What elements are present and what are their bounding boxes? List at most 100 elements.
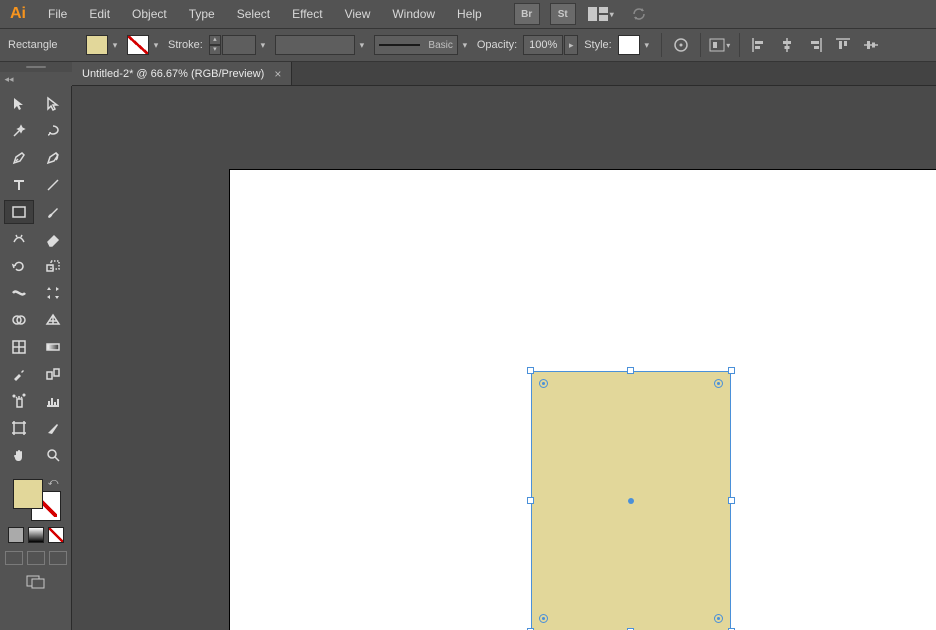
stock-button[interactable]: St xyxy=(550,3,576,25)
menu-view[interactable]: View xyxy=(335,3,381,25)
chevron-down-icon[interactable]: ▾ xyxy=(150,35,162,55)
artboard-tool[interactable] xyxy=(4,416,34,440)
mesh-tool[interactable] xyxy=(4,335,34,359)
column-graph-tool[interactable] xyxy=(38,389,68,413)
color-mode-solid[interactable] xyxy=(8,527,24,543)
slice-tool[interactable] xyxy=(38,416,68,440)
chevron-down-icon[interactable]: ▾ xyxy=(641,35,653,55)
align-panel-button[interactable]: ▾ xyxy=(709,34,731,56)
direct-selection-tool[interactable] xyxy=(38,92,68,116)
canvas-area[interactable] xyxy=(72,86,936,630)
width-tool[interactable] xyxy=(4,281,34,305)
color-mode-none[interactable] xyxy=(48,527,64,543)
align-left-button[interactable] xyxy=(748,34,770,56)
stroke-weight-spinner[interactable]: ▴▾ xyxy=(209,35,221,55)
style-swatch[interactable] xyxy=(618,35,640,55)
align-top-button[interactable] xyxy=(832,34,854,56)
fill-color-indicator[interactable] xyxy=(13,479,43,509)
corner-radius-handle[interactable] xyxy=(539,614,548,623)
sync-settings-button[interactable] xyxy=(626,3,652,25)
zoom-tool[interactable] xyxy=(38,443,68,467)
paintbrush-tool[interactable] xyxy=(38,200,68,224)
align-right-button[interactable] xyxy=(804,34,826,56)
free-transform-tool[interactable] xyxy=(38,281,68,305)
chevron-down-icon[interactable]: ▾ xyxy=(109,35,121,55)
eyedropper-tool[interactable] xyxy=(4,362,34,386)
resize-handle-mr[interactable] xyxy=(728,497,735,504)
menu-type[interactable]: Type xyxy=(179,3,225,25)
pen-tool[interactable] xyxy=(4,146,34,170)
document-tab-strip: Untitled-2* @ 66.67% (RGB/Preview) × xyxy=(72,62,936,86)
brush-definition[interactable]: Basic ▾ xyxy=(374,35,471,55)
resize-handle-tl[interactable] xyxy=(527,367,534,374)
blend-tool[interactable] xyxy=(38,362,68,386)
menu-effect[interactable]: Effect xyxy=(282,3,332,25)
magic-wand-tool[interactable] xyxy=(4,119,34,143)
draw-behind-button[interactable] xyxy=(27,551,45,565)
panel-drag-handle[interactable] xyxy=(0,62,72,72)
gradient-tool[interactable] xyxy=(38,335,68,359)
resize-handle-tm[interactable] xyxy=(627,367,634,374)
tools-panel: ⤺ xyxy=(0,86,72,630)
align-hcenter-button[interactable] xyxy=(776,34,798,56)
menu-file[interactable]: File xyxy=(38,3,77,25)
resize-handle-tr[interactable] xyxy=(728,367,735,374)
shape-builder-tool[interactable] xyxy=(4,308,34,332)
opacity-input[interactable]: 100% xyxy=(523,35,563,55)
width-profile-field[interactable] xyxy=(275,35,355,55)
chevron-down-icon[interactable]: ▾ xyxy=(257,35,269,55)
fill-swatch-group[interactable]: ▾ xyxy=(86,35,121,55)
stroke-weight-input[interactable] xyxy=(222,35,256,55)
menu-help[interactable]: Help xyxy=(447,3,492,25)
selection-tool[interactable] xyxy=(4,92,34,116)
perspective-grid-tool[interactable] xyxy=(38,308,68,332)
shaper-tool[interactable] xyxy=(4,227,34,251)
eraser-tool[interactable] xyxy=(38,227,68,251)
menu-object[interactable]: Object xyxy=(122,3,177,25)
line-segment-tool[interactable] xyxy=(38,173,68,197)
type-tool[interactable] xyxy=(4,173,34,197)
align-vcenter-button[interactable] xyxy=(860,34,882,56)
collapse-panel-button[interactable]: ◂◂ xyxy=(0,72,18,86)
opacity-expand-icon[interactable]: ▸ xyxy=(564,35,578,55)
recolor-artwork-button[interactable] xyxy=(670,34,692,56)
symbol-sprayer-tool[interactable] xyxy=(4,389,34,413)
draw-normal-button[interactable] xyxy=(5,551,23,565)
fill-stroke-indicator[interactable]: ⤺ xyxy=(11,477,61,521)
menu-window[interactable]: Window xyxy=(382,3,445,25)
color-mode-gradient[interactable] xyxy=(28,527,44,543)
stroke-weight-label: Stroke: xyxy=(168,39,203,51)
corner-radius-handle[interactable] xyxy=(539,379,548,388)
menu-edit[interactable]: Edit xyxy=(79,3,120,25)
fill-swatch[interactable] xyxy=(86,35,108,55)
selection-type-label: Rectangle xyxy=(8,39,80,51)
draw-inside-button[interactable] xyxy=(49,551,67,565)
brush-field[interactable]: Basic xyxy=(374,35,458,55)
corner-radius-handle[interactable] xyxy=(714,614,723,623)
close-tab-button[interactable]: × xyxy=(274,67,281,81)
stroke-weight-field[interactable]: ▴▾ ▾ xyxy=(209,35,269,55)
opacity-control[interactable]: 100% ▸ xyxy=(523,35,578,55)
menu-select[interactable]: Select xyxy=(227,3,280,25)
selected-rectangle[interactable] xyxy=(531,371,731,630)
screen-mode-button[interactable] xyxy=(0,575,71,589)
bridge-button[interactable]: Br xyxy=(514,3,540,25)
graphic-style[interactable]: ▾ xyxy=(618,35,653,55)
chevron-down-icon[interactable]: ▾ xyxy=(459,35,471,55)
arrange-documents-button[interactable]: ▾ xyxy=(586,3,616,25)
document-tab[interactable]: Untitled-2* @ 66.67% (RGB/Preview) × xyxy=(72,62,292,85)
rotate-tool[interactable] xyxy=(4,254,34,278)
chevron-down-icon[interactable]: ▾ xyxy=(356,35,368,55)
corner-radius-handle[interactable] xyxy=(714,379,723,388)
scale-tool[interactable] xyxy=(38,254,68,278)
hand-tool[interactable] xyxy=(4,443,34,467)
swap-fill-stroke-icon[interactable]: ⤺ xyxy=(48,477,59,488)
resize-handle-ml[interactable] xyxy=(527,497,534,504)
stroke-swatch-group[interactable]: ▾ xyxy=(127,35,162,55)
drawing-mode-row xyxy=(0,551,71,565)
rectangle-tool[interactable] xyxy=(4,200,34,224)
curvature-tool[interactable] xyxy=(38,146,68,170)
stroke-swatch[interactable] xyxy=(127,35,149,55)
lasso-tool[interactable] xyxy=(38,119,68,143)
variable-width-profile[interactable]: ▾ xyxy=(275,35,368,55)
